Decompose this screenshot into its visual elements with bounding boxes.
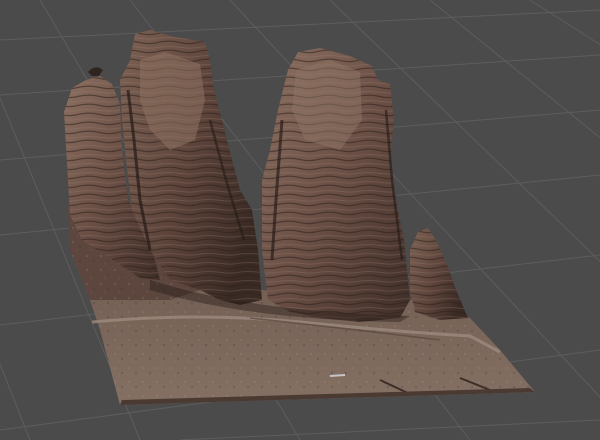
rock-boulder-right [410,228,468,320]
3d-viewport[interactable] [0,0,600,440]
rock-pillar-right [262,48,410,322]
viewport-canvas[interactable] [0,0,600,440]
